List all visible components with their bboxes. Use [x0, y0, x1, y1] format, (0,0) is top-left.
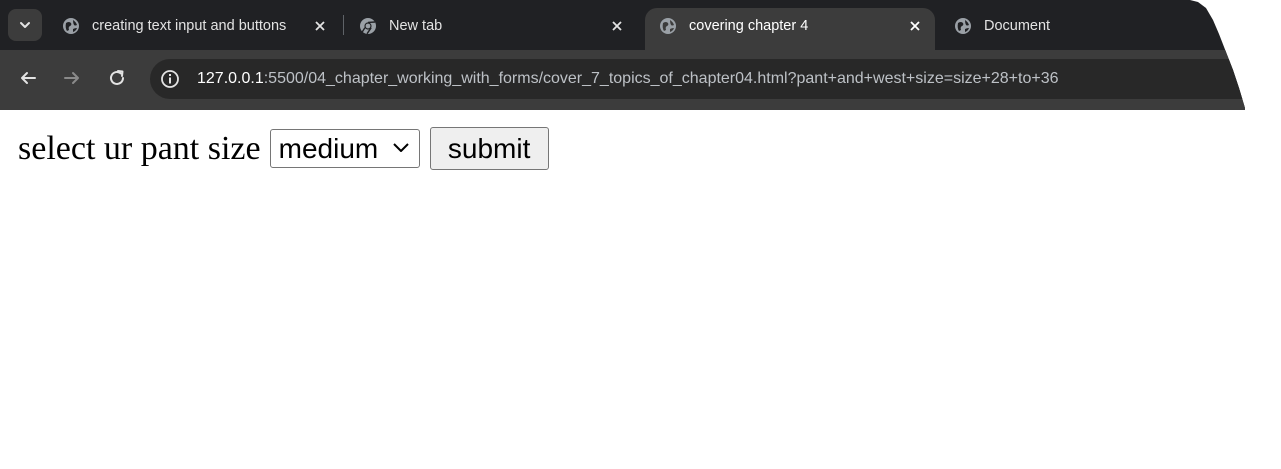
close-tab-icon[interactable]: [311, 17, 329, 35]
submit-button[interactable]: submit: [429, 127, 549, 170]
pant-size-label: select ur pant size: [18, 129, 261, 167]
arrow-left-icon: [21, 72, 36, 84]
globe-icon: [955, 18, 971, 34]
tab-covering-chapter-4[interactable]: covering chapter 4: [645, 8, 935, 50]
tab-search-button[interactable]: [8, 9, 42, 41]
tab-title: New tab: [389, 18, 443, 34]
browser-toolbar: 127.0.0.1:5500/04_chapter_working_with_f…: [0, 50, 1245, 110]
site-info-icon[interactable]: [160, 69, 180, 89]
chevron-down-icon: [20, 22, 30, 28]
pant-size-select[interactable]: medium: [269, 129, 420, 168]
tab-title: covering chapter 4: [689, 18, 809, 34]
tab-creating-text-input[interactable]: creating text input and buttons: [48, 9, 343, 43]
globe-icon: [63, 18, 79, 34]
tab-new-tab[interactable]: New tab: [345, 9, 640, 43]
browser-chrome: creating text input and buttons New tab: [0, 0, 1245, 110]
url-host: 127.0.0.1: [197, 70, 264, 87]
url-text[interactable]: 127.0.0.1:5500/04_chapter_working_with_f…: [197, 70, 1058, 88]
chrome-icon: [360, 18, 376, 35]
reload-button[interactable]: [105, 66, 129, 90]
close-tab-icon[interactable]: [906, 17, 924, 35]
address-bar[interactable]: 127.0.0.1:5500/04_chapter_working_with_f…: [150, 59, 1245, 99]
url-path: :5500/04_chapter_working_with_forms/cove…: [263, 70, 1059, 87]
tab-strip: creating text input and buttons New tab: [0, 0, 1245, 50]
globe-icon: [660, 18, 676, 34]
tab-title: Document: [984, 18, 1051, 34]
select-value: medium: [278, 133, 379, 164]
chevron-down-icon: [392, 143, 409, 152]
tab-document[interactable]: Document: [940, 9, 1200, 43]
tab-separator: [343, 15, 344, 35]
arrow-right-icon: [64, 72, 79, 84]
reload-icon: [110, 70, 124, 85]
back-button[interactable]: [16, 66, 40, 90]
close-tab-icon[interactable]: [608, 17, 626, 35]
tab-title: creating text input and buttons: [92, 18, 287, 34]
pant-size-form: select ur pant size medium submit: [18, 127, 549, 170]
forward-button[interactable]: [60, 66, 84, 90]
